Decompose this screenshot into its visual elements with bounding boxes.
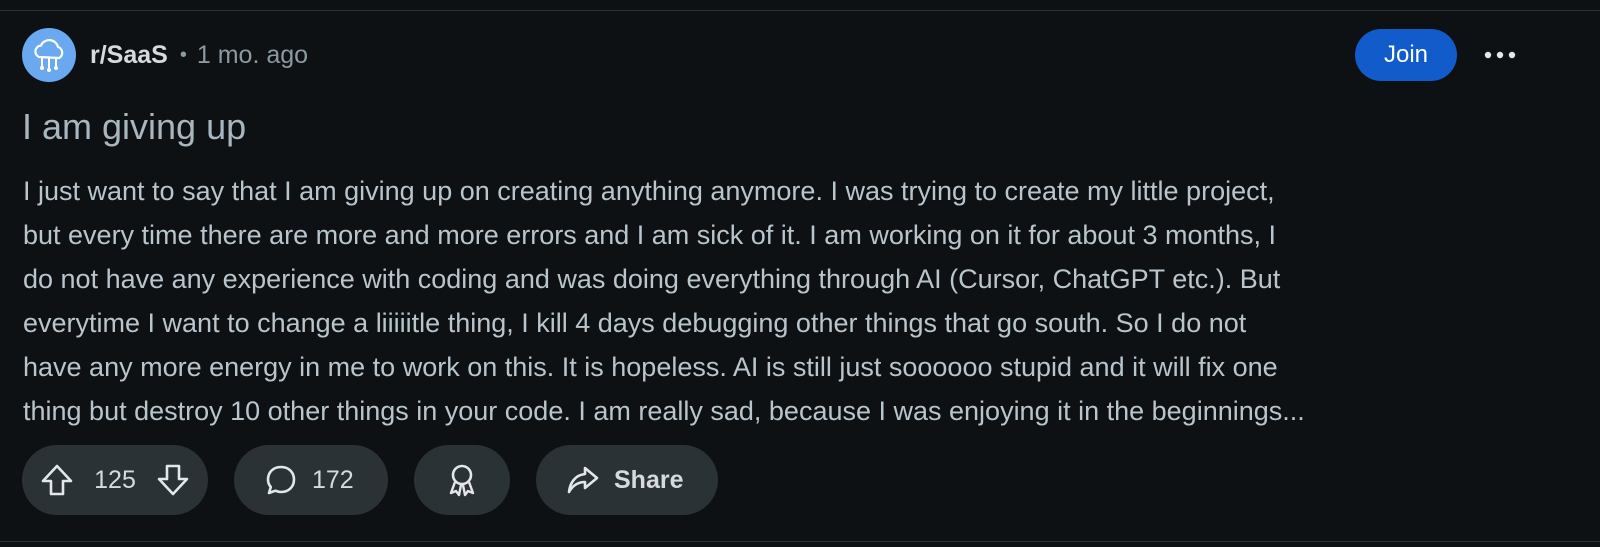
more-options-button[interactable] <box>1475 32 1525 78</box>
post-body-line: have any more energy in me to work on th… <box>23 352 1278 382</box>
share-label: Share <box>614 465 684 494</box>
bottom-divider <box>0 541 1600 542</box>
award-ribbon-icon <box>449 464 475 497</box>
award-button[interactable] <box>414 445 510 515</box>
post-time: 1 mo. ago <box>196 40 309 69</box>
post-body-line: I just want to say that I am giving up o… <box>23 176 1275 206</box>
downvote-button[interactable] <box>156 463 190 497</box>
meta-separator: • <box>179 43 187 66</box>
comment-count: 172 <box>312 465 354 494</box>
vote-group: 125 <box>22 445 208 515</box>
post-body-line: thing but destroy 10 other things in you… <box>23 396 1305 426</box>
post-header: r/SaaS • 1 mo. ago <box>22 28 308 82</box>
post-body-line: everytime I want to change a liiiiitle t… <box>23 308 1247 338</box>
share-arrow-icon <box>567 466 599 494</box>
post-body-line: do not have any experience with coding a… <box>23 264 1281 294</box>
upvote-arrow-icon <box>41 464 73 496</box>
join-button[interactable]: Join <box>1355 29 1457 81</box>
share-button[interactable]: Share <box>536 445 718 515</box>
comment-bubble-icon <box>266 465 296 495</box>
post-body[interactable]: I just want to say that I am giving up o… <box>23 169 1583 433</box>
top-divider <box>0 10 1600 11</box>
more-horizontal-icon <box>1484 51 1516 59</box>
post-title[interactable]: I am giving up <box>22 104 246 150</box>
post-actions: 125 172 Share <box>22 445 718 515</box>
subreddit-name[interactable]: r/SaaS <box>90 41 168 70</box>
subreddit-avatar[interactable] <box>22 28 76 82</box>
comments-button[interactable]: 172 <box>234 445 388 515</box>
vote-count: 125 <box>94 465 136 494</box>
upvote-button[interactable] <box>40 463 74 497</box>
downvote-arrow-icon <box>157 464 189 496</box>
post-body-line: but every time there are more and more e… <box>23 220 1277 250</box>
cloud-network-icon <box>34 39 64 72</box>
